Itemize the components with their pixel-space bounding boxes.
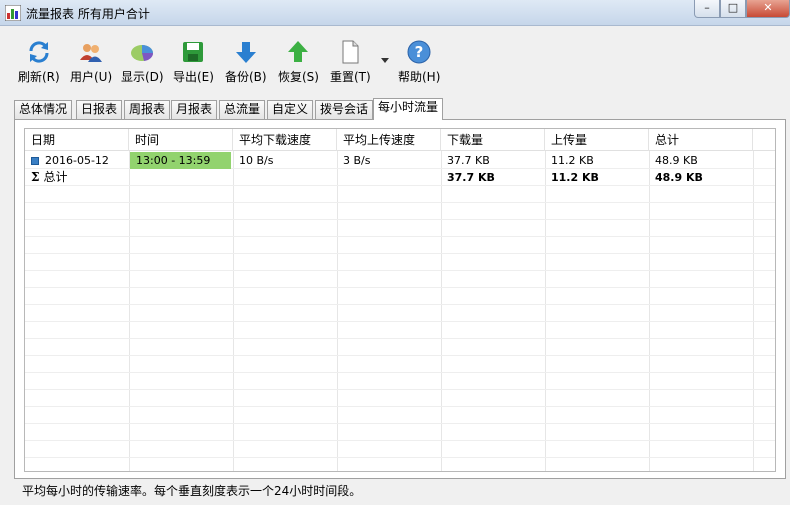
cell-avg-upload: 3 B/s [343, 154, 371, 167]
display-label: 显示(D) [121, 70, 164, 84]
users-button[interactable]: 用户(U) [70, 40, 112, 85]
toolbar: 刷新(R) 用户(U) 显示(D) 导出(E) 备份(B) 恢复(S) 重置(T… [0, 26, 790, 92]
reset-label: 重置(T) [330, 70, 371, 84]
users-icon [80, 44, 103, 62]
tab-panel: 日期 时间 平均下载速度 平均上传速度 下载量 上传量 总计 2016-05-1… [14, 119, 786, 479]
restore-arrow-up-icon [288, 41, 309, 62]
empty-row [25, 203, 775, 220]
svg-text:?: ? [415, 43, 424, 61]
tab-custom[interactable]: 自定义 [267, 100, 314, 119]
close-button[interactable]: ✕ [746, 0, 790, 18]
help-button[interactable]: ? 帮助(H) [398, 40, 440, 85]
refresh-label: 刷新(R) [18, 70, 60, 84]
summary-row[interactable]: Σ 总计 37.7 KB 11.2 KB 48.9 KB [25, 169, 775, 186]
summary-total: 48.9 KB [655, 171, 703, 184]
tab-overview[interactable]: 总体情况 [14, 100, 73, 119]
empty-row [25, 288, 775, 305]
table-row[interactable]: 2016-05-12 13:00 - 13:59 10 B/s 3 B/s 37… [25, 152, 775, 169]
export-button[interactable]: 导出(E) [173, 40, 214, 85]
empty-row [25, 220, 775, 237]
empty-row [25, 407, 775, 424]
table-header: 日期 时间 平均下载速度 平均上传速度 下载量 上传量 总计 [25, 129, 775, 151]
cell-download: 37.7 KB [447, 154, 490, 167]
cell-date: 2016-05-12 [25, 152, 129, 169]
hourly-traffic-table[interactable]: 日期 时间 平均下载速度 平均上传速度 下载量 上传量 总计 2016-05-1… [24, 128, 776, 472]
help-label: 帮助(H) [398, 70, 441, 84]
backup-label: 备份(B) [225, 70, 267, 84]
display-button[interactable]: 显示(D) [121, 40, 164, 85]
cell-date-text: 2016-05-12 [45, 154, 109, 167]
column-upload[interactable]: 上传量 [545, 129, 649, 151]
restore-button[interactable]: 恢复(S) [278, 40, 319, 85]
empty-row [25, 373, 775, 390]
row-square-icon [31, 157, 39, 165]
cell-avg-download: 10 B/s [239, 154, 274, 167]
reset-dropdown-chevron-down-icon[interactable] [381, 58, 389, 64]
backup-arrow-down-icon [235, 42, 256, 63]
tab-daily[interactable]: 日报表 [76, 100, 123, 119]
tab-monthly[interactable]: 月报表 [171, 100, 218, 119]
export-label: 导出(E) [173, 70, 214, 84]
summary-download: 37.7 KB [447, 171, 495, 184]
maximize-button[interactable]: □ [720, 0, 746, 18]
tab-dialup-sessions[interactable]: 拨号会话 [315, 100, 374, 119]
empty-row [25, 390, 775, 407]
empty-row [25, 237, 775, 254]
restore-label: 恢复(S) [278, 70, 319, 84]
empty-row [25, 441, 775, 458]
minimize-button[interactable]: – [694, 0, 720, 18]
users-label: 用户(U) [70, 70, 113, 84]
window-title: 流量报表 所有用户合计 [26, 7, 150, 21]
empty-row [25, 271, 775, 288]
app-chart-icon [5, 5, 21, 21]
cell-summary-label: Σ 总计 [25, 169, 129, 186]
title-bar: 流量报表 所有用户合计 – □ ✕ [0, 0, 790, 26]
refresh-button[interactable]: 刷新(R) [18, 40, 60, 85]
sigma-sum-icon: Σ [31, 170, 40, 184]
column-date[interactable]: 日期 [25, 129, 129, 151]
backup-button[interactable]: 备份(B) [225, 40, 267, 85]
display-icon [131, 45, 154, 61]
summary-upload: 11.2 KB [551, 171, 599, 184]
column-total[interactable]: 总计 [649, 129, 753, 151]
column-avg-upload[interactable]: 平均上传速度 [337, 129, 441, 151]
tab-weekly[interactable]: 周报表 [124, 100, 171, 119]
empty-row [25, 424, 775, 441]
empty-row [25, 186, 775, 203]
tab-hourly-traffic[interactable]: 每小时流量 [373, 98, 444, 120]
empty-row [25, 356, 775, 373]
empty-row [25, 254, 775, 271]
empty-row [25, 305, 775, 322]
summary-label-text: 总计 [43, 170, 68, 184]
status-bar-text: 平均每小时的传输速率。每个垂直刻度表示一个24小时时间段。 [22, 484, 362, 498]
reset-document-icon [342, 40, 359, 64]
save-icon [183, 42, 204, 62]
tab-total-traffic[interactable]: 总流量 [219, 100, 266, 119]
column-download[interactable]: 下载量 [441, 129, 545, 151]
empty-row [25, 322, 775, 339]
help-icon: ? [407, 40, 431, 64]
refresh-icon [29, 41, 49, 63]
cell-upload: 11.2 KB [551, 154, 594, 167]
cell-time: 13:00 - 13:59 [130, 152, 231, 169]
cell-total: 48.9 KB [655, 154, 698, 167]
reset-button[interactable]: 重置(T) [330, 40, 371, 85]
column-avg-download[interactable]: 平均下载速度 [233, 129, 337, 151]
column-time[interactable]: 时间 [129, 129, 233, 151]
empty-row [25, 339, 775, 356]
